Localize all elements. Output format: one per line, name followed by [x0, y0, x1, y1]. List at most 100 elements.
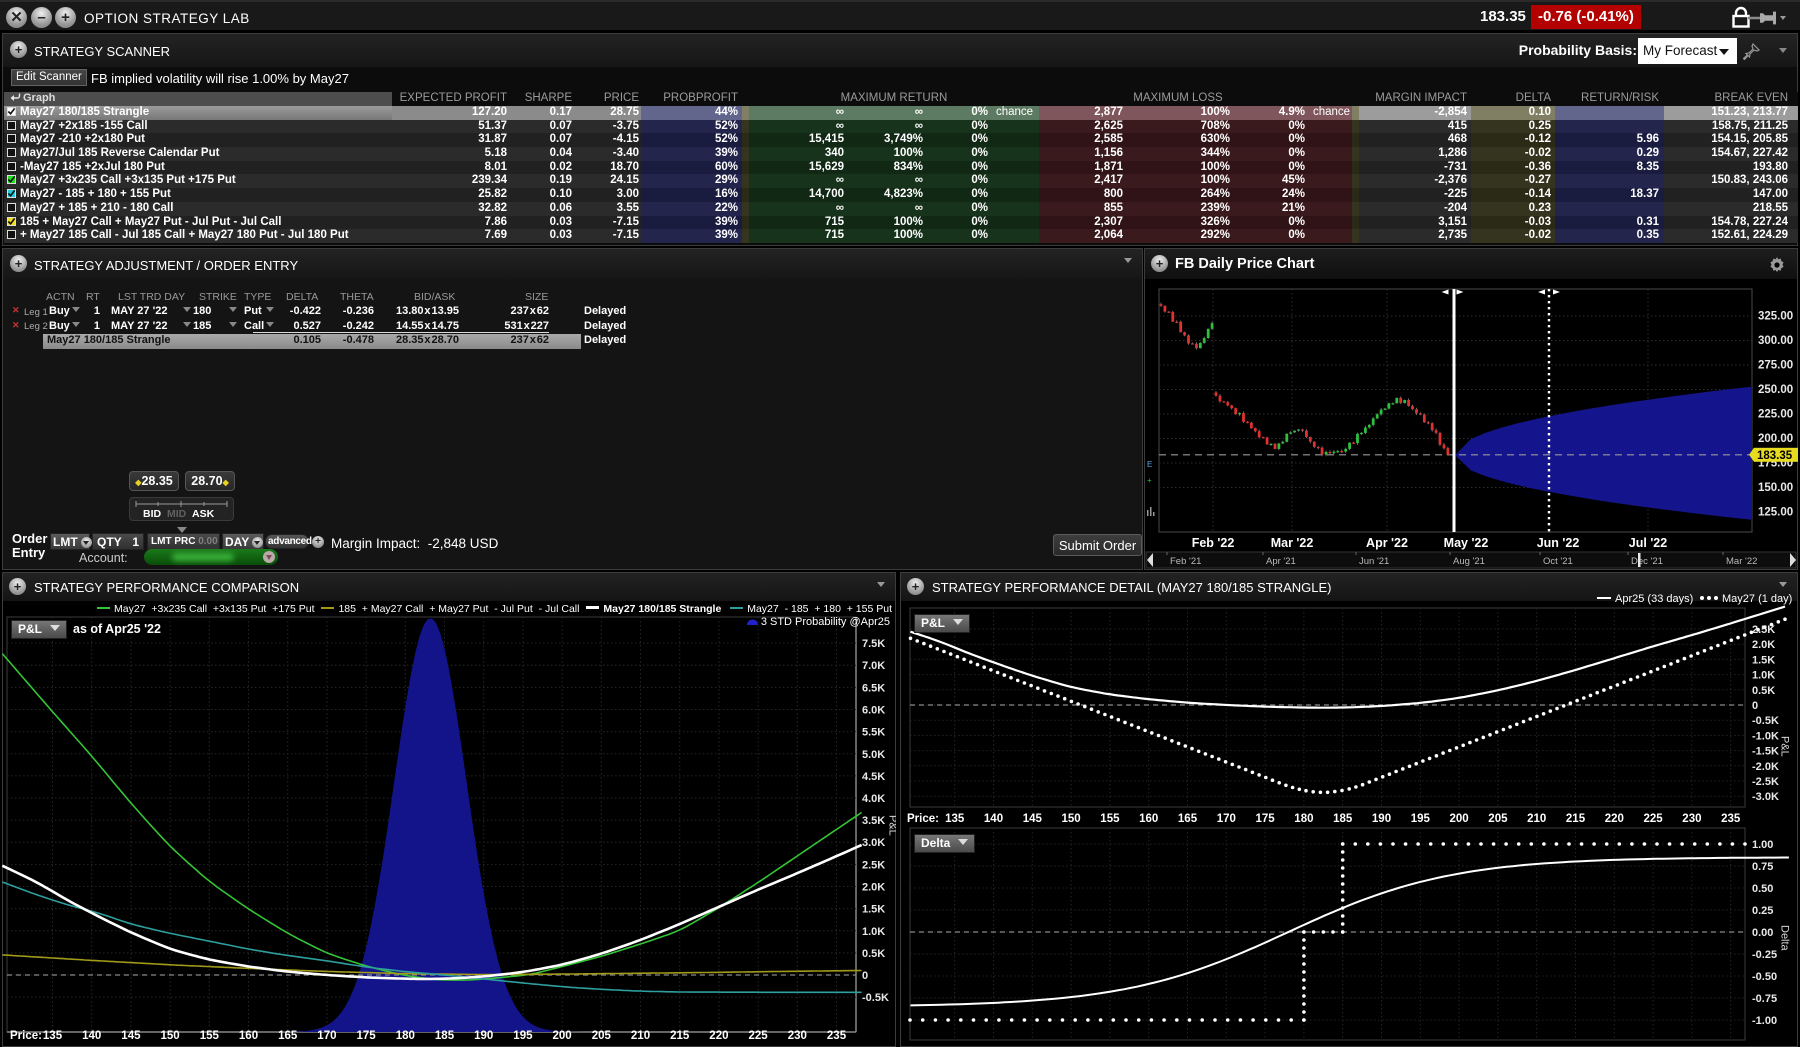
- svg-text:Feb '22: Feb '22: [1192, 536, 1235, 550]
- svg-text:P&L: P&L: [1779, 736, 1791, 757]
- svg-text:200: 200: [1450, 813, 1469, 825]
- svg-text:180: 180: [1294, 813, 1313, 825]
- svg-text:135: 135: [43, 1030, 63, 1042]
- svg-text:2.0K: 2.0K: [862, 882, 885, 894]
- svg-text:190: 190: [1372, 813, 1391, 825]
- svg-text:4.0K: 4.0K: [862, 793, 885, 805]
- svg-text:160: 160: [1139, 813, 1158, 825]
- svg-text:-0.75: -0.75: [1752, 993, 1777, 1005]
- svg-text:175: 175: [357, 1030, 377, 1042]
- svg-text:5.0K: 5.0K: [862, 749, 885, 761]
- svg-text:1.5K: 1.5K: [862, 904, 885, 916]
- svg-text:175: 175: [1256, 813, 1276, 825]
- svg-text:195: 195: [513, 1030, 533, 1042]
- svg-text:0.25: 0.25: [1752, 905, 1773, 917]
- svg-text:Delta: Delta: [1779, 925, 1791, 952]
- svg-text:P&L: P&L: [887, 815, 896, 836]
- svg-text:Feb '21: Feb '21: [1170, 556, 1201, 567]
- svg-text:Mar '22: Mar '22: [1726, 556, 1757, 567]
- svg-text:150: 150: [1062, 813, 1081, 825]
- svg-text:3.0K: 3.0K: [862, 837, 885, 849]
- svg-text:-0.25: -0.25: [1752, 949, 1777, 961]
- svg-text:-3.0K: -3.0K: [1752, 791, 1779, 803]
- svg-text:-1.00: -1.00: [1752, 1015, 1777, 1027]
- svg-text:-0.5K: -0.5K: [862, 992, 889, 1004]
- svg-text:Jul '22: Jul '22: [1629, 536, 1667, 550]
- svg-text:230: 230: [788, 1030, 807, 1042]
- svg-text:185: 185: [1333, 813, 1353, 825]
- svg-text:Jun '22: Jun '22: [1537, 536, 1580, 550]
- svg-text:3.5K: 3.5K: [862, 815, 885, 827]
- svg-text:210: 210: [631, 1030, 650, 1042]
- svg-text:7.0K: 7.0K: [862, 660, 885, 672]
- svg-text:200.00: 200.00: [1758, 433, 1793, 445]
- svg-text:205: 205: [1488, 813, 1508, 825]
- svg-text:-0.5K: -0.5K: [1752, 715, 1779, 727]
- svg-text:135: 135: [945, 813, 965, 825]
- svg-text:165: 165: [1178, 813, 1198, 825]
- svg-text:140: 140: [82, 1030, 101, 1042]
- svg-text:-2.0K: -2.0K: [1752, 761, 1779, 773]
- svg-text:0.50: 0.50: [1752, 883, 1773, 895]
- svg-text:190: 190: [474, 1030, 493, 1042]
- svg-text:205: 205: [592, 1030, 612, 1042]
- svg-text:0: 0: [862, 970, 868, 982]
- svg-text:170: 170: [317, 1030, 336, 1042]
- svg-text:0.5K: 0.5K: [1752, 685, 1775, 697]
- svg-text:Apr '21: Apr '21: [1266, 556, 1296, 567]
- svg-text:Apr25 (33 days): Apr25 (33 days): [1615, 593, 1693, 605]
- svg-text:Price:: Price:: [907, 813, 939, 825]
- svg-text:183.35: 183.35: [1757, 450, 1793, 462]
- svg-text:125.00: 125.00: [1758, 507, 1793, 519]
- svg-text:145: 145: [1023, 813, 1043, 825]
- svg-text:225: 225: [749, 1030, 769, 1042]
- svg-text:180: 180: [396, 1030, 415, 1042]
- svg-text:150: 150: [161, 1030, 180, 1042]
- svg-text:220: 220: [1605, 813, 1624, 825]
- svg-text:210: 210: [1527, 813, 1546, 825]
- svg-text:170: 170: [1217, 813, 1236, 825]
- svg-text:MID: MID: [167, 508, 187, 520]
- svg-text:0.5K: 0.5K: [862, 948, 885, 960]
- svg-text:Apr '22: Apr '22: [1366, 536, 1408, 550]
- svg-text:220: 220: [709, 1030, 728, 1042]
- svg-text:275.00: 275.00: [1758, 360, 1793, 372]
- svg-text:6.0K: 6.0K: [862, 705, 885, 717]
- svg-text:Jun '21: Jun '21: [1359, 556, 1389, 567]
- svg-text:300.00: 300.00: [1758, 335, 1793, 347]
- svg-text:6.5K: 6.5K: [862, 682, 885, 694]
- svg-text:May27 (1 day): May27 (1 day): [1722, 593, 1792, 605]
- svg-text:-2.5K: -2.5K: [1752, 776, 1779, 788]
- svg-text:235: 235: [1721, 813, 1741, 825]
- svg-text:May '22: May '22: [1444, 536, 1489, 550]
- svg-text:2.5K: 2.5K: [1752, 624, 1775, 636]
- svg-text:140: 140: [984, 813, 1003, 825]
- svg-text:185: 185: [435, 1030, 455, 1042]
- svg-text:195: 195: [1411, 813, 1431, 825]
- svg-text:1.0K: 1.0K: [862, 926, 885, 938]
- svg-text:-0.50: -0.50: [1752, 971, 1777, 983]
- svg-text:225: 225: [1644, 813, 1664, 825]
- svg-text:-1.5K: -1.5K: [1752, 746, 1779, 758]
- svg-text:Dec '21: Dec '21: [1631, 556, 1663, 567]
- svg-text:Aug '21: Aug '21: [1453, 556, 1485, 567]
- svg-text:+: +: [1147, 476, 1152, 485]
- svg-text:230: 230: [1682, 813, 1701, 825]
- svg-text:7.5K: 7.5K: [862, 638, 885, 650]
- svg-text:200: 200: [553, 1030, 572, 1042]
- svg-text:215: 215: [670, 1030, 690, 1042]
- svg-text:160: 160: [239, 1030, 258, 1042]
- svg-text:250.00: 250.00: [1758, 384, 1793, 396]
- svg-text:E: E: [1147, 460, 1152, 469]
- svg-text:150.00: 150.00: [1758, 482, 1793, 494]
- svg-text:155: 155: [1100, 813, 1120, 825]
- svg-text:165: 165: [278, 1030, 298, 1042]
- svg-text:Oct '21: Oct '21: [1543, 556, 1573, 567]
- svg-text:Price:: Price:: [10, 1030, 42, 1042]
- svg-text:235: 235: [827, 1030, 847, 1042]
- svg-text:215: 215: [1566, 813, 1586, 825]
- svg-text:1.5K: 1.5K: [1752, 654, 1775, 666]
- svg-text:4.5K: 4.5K: [862, 771, 885, 783]
- svg-text:0.75: 0.75: [1752, 861, 1773, 873]
- svg-text:1.00: 1.00: [1752, 839, 1773, 851]
